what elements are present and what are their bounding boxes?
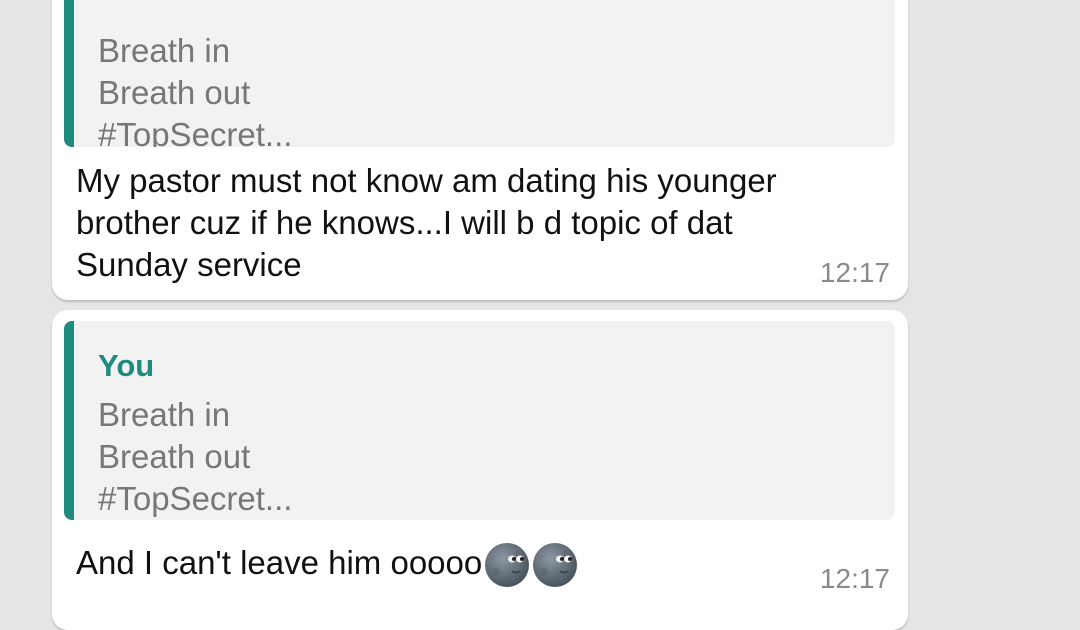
message-bubble[interactable]: Breath in Breath out #TopSecret... My pa…	[52, 0, 908, 300]
quoted-message[interactable]: Breath in Breath out #TopSecret...	[64, 0, 895, 147]
quoted-sender-name: You	[98, 348, 155, 383]
quoted-line: #TopSecret...	[98, 480, 293, 517]
quoted-line: Breath in	[98, 396, 231, 433]
message-bubble[interactable]: You Breath in Breath out #TopSecret... A…	[52, 310, 908, 630]
quoted-message[interactable]: You Breath in Breath out #TopSecret...	[64, 321, 895, 520]
message-timestamp: 12:17	[819, 563, 890, 594]
message-text-line: Sunday service	[76, 246, 302, 283]
message-text: And I can't leave him ooooo	[76, 542, 578, 588]
message-text-line: brother cuz if he knows...I will b d top…	[76, 204, 733, 241]
quoted-line: Breath out	[98, 438, 251, 475]
quote-accent-bar	[64, 321, 74, 520]
quoted-line: Breath in	[98, 32, 231, 69]
new-moon-face-icon	[485, 543, 530, 588]
quote-accent-bar	[64, 0, 74, 147]
message-timestamp: 12:17	[819, 257, 890, 288]
message-text-content: And I can't leave him ooooo	[76, 544, 483, 581]
quoted-line: Breath out	[98, 74, 251, 111]
message-text-line: My pastor must not know am dating his yo…	[76, 162, 777, 199]
new-moon-face-icon	[533, 543, 578, 588]
quoted-line: #TopSecret...	[98, 116, 293, 147]
